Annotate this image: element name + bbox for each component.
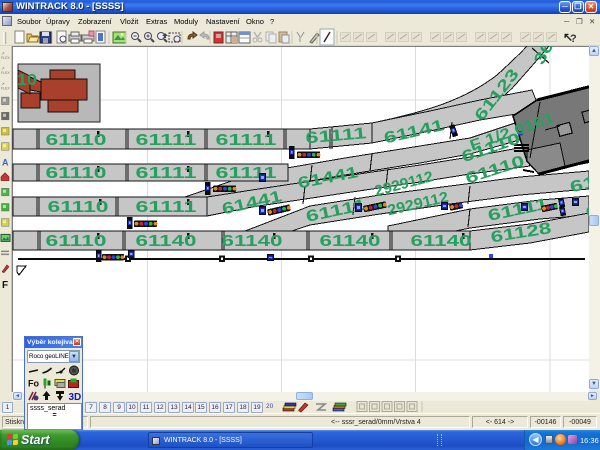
svg-text:61111: 61111 xyxy=(216,165,277,182)
svg-text:61140: 61140 xyxy=(320,233,381,250)
svg-text:61140: 61140 xyxy=(222,233,283,250)
svg-text:61111: 61111 xyxy=(216,132,277,149)
svg-text:FLEX: FLEX xyxy=(1,56,10,60)
svg-text:61140: 61140 xyxy=(136,233,197,250)
svg-text:Fo: Fo xyxy=(28,379,39,389)
svg-text:61111: 61111 xyxy=(136,132,197,149)
svg-text:61111: 61111 xyxy=(136,165,197,182)
svg-text:?: ? xyxy=(570,33,577,45)
svg-text:61110: 61110 xyxy=(46,132,107,149)
svg-text:61110: 61110 xyxy=(48,199,109,216)
svg-text:61111: 61111 xyxy=(136,199,197,216)
svg-text:61110: 61110 xyxy=(46,233,107,250)
svg-text:61110: 61110 xyxy=(46,165,107,182)
svg-text:3D: 3D xyxy=(69,392,82,402)
svg-text:61111: 61111 xyxy=(568,166,589,196)
svg-text:A: A xyxy=(2,157,9,167)
svg-text:F: F xyxy=(2,280,8,291)
svg-text:10: 10 xyxy=(17,72,37,89)
svg-text:FLEX: FLEX xyxy=(1,86,10,90)
svg-text:61140: 61140 xyxy=(411,233,472,250)
svg-text:FLEX: FLEX xyxy=(1,71,10,75)
